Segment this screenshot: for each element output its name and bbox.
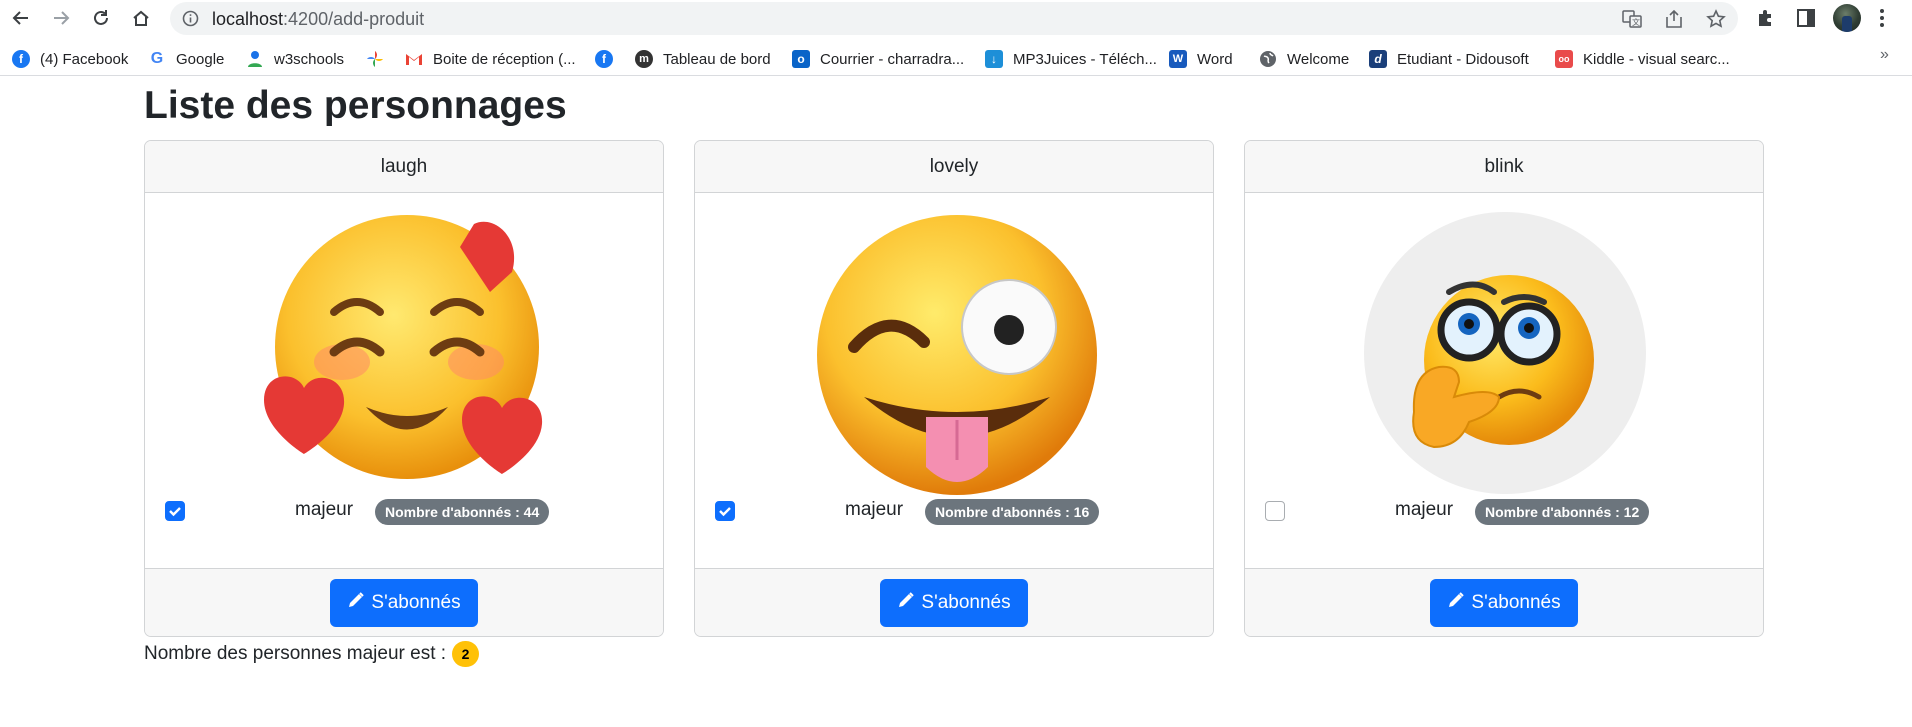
bookmark-label: Etudiant - Didousoft bbox=[1397, 50, 1529, 68]
bookmark-welcome[interactable]: Welcome bbox=[1259, 48, 1349, 70]
browser-toolbar: localhost:4200/add-produit 文 bbox=[0, 0, 1912, 37]
subscribe-button[interactable]: S'abonnés bbox=[1430, 579, 1578, 627]
bookmark-label: Boite de réception (... bbox=[433, 50, 576, 68]
extensions-icon[interactable] bbox=[1755, 7, 1777, 29]
url-path: :4200/add-produit bbox=[283, 9, 425, 29]
kiddle-icon: oo bbox=[1555, 50, 1573, 68]
subscribe-button[interactable]: S'abonnés bbox=[330, 579, 478, 627]
bookmarks-bar: f (4) Facebook G Google w3schools Boite … bbox=[0, 41, 1912, 76]
majeur-label: majeur bbox=[1395, 499, 1454, 520]
bookmark-word[interactable]: W Word bbox=[1169, 48, 1233, 70]
profile-avatar[interactable] bbox=[1833, 4, 1861, 32]
bookmark-label: Google bbox=[176, 50, 225, 68]
bookmark-kiddle[interactable]: oo Kiddle - visual searc... bbox=[1555, 48, 1730, 70]
subscribe-button[interactable]: S'abonnés bbox=[880, 579, 1028, 627]
card-footer: S'abonnés bbox=[145, 568, 663, 636]
majeur-checkbox[interactable] bbox=[1265, 501, 1285, 521]
card-header: laugh bbox=[145, 141, 663, 193]
bookmark-label: Welcome bbox=[1287, 50, 1350, 68]
facebook-icon: f bbox=[595, 50, 613, 68]
moodle-icon: m bbox=[635, 50, 653, 68]
subscribe-button-label: S'abonnés bbox=[1471, 592, 1561, 613]
bookmark-didousoft[interactable]: d Etudiant - Didousoft bbox=[1369, 48, 1529, 70]
bookmark-label: Word bbox=[1197, 50, 1233, 68]
globe-icon bbox=[1259, 50, 1277, 68]
didousoft-icon: d bbox=[1369, 50, 1387, 68]
bookmark-facebook[interactable]: f (4) Facebook bbox=[12, 48, 128, 70]
card-header: blink bbox=[1245, 141, 1763, 193]
pencil-icon bbox=[897, 591, 915, 615]
majeur-count-badge: 2 bbox=[452, 641, 480, 667]
subscribers-badge: Nombre d'abonnés : 44 bbox=[375, 499, 550, 525]
page-title: Liste des personnages bbox=[144, 84, 567, 127]
back-icon[interactable] bbox=[7, 4, 35, 32]
majeur-checkbox[interactable] bbox=[715, 501, 735, 521]
download-icon: ↓ bbox=[985, 50, 1003, 68]
google-icon: G bbox=[150, 50, 164, 67]
gmail-icon bbox=[405, 50, 423, 68]
url-text: localhost:4200/add-produit bbox=[212, 9, 424, 30]
card-footer: S'abonnés bbox=[1245, 568, 1763, 636]
person-icon bbox=[246, 50, 264, 68]
bookmark-pinwheel[interactable] bbox=[366, 48, 394, 70]
pencil-icon bbox=[1447, 591, 1465, 615]
card-header: lovely bbox=[695, 141, 1213, 193]
subscribe-button-label: S'abonnés bbox=[371, 592, 461, 613]
address-bar[interactable]: localhost:4200/add-produit 文 bbox=[170, 2, 1738, 35]
card-footer: S'abonnés bbox=[695, 568, 1213, 636]
bookmark-facebook-2[interactable]: f bbox=[595, 48, 623, 70]
bookmark-label: Courrier - charradra... bbox=[820, 50, 965, 68]
facebook-icon: f bbox=[12, 50, 30, 68]
outlook-icon: o bbox=[792, 50, 810, 68]
character-card: laugh majeur Nombre d'abonnés : 44 S'abo… bbox=[144, 140, 664, 637]
side-panel-icon[interactable] bbox=[1795, 7, 1817, 29]
bookmark-label: Kiddle - visual searc... bbox=[1583, 50, 1730, 68]
winking-face-with-tongue-image bbox=[814, 212, 1097, 495]
character-card: blink majeur Nombre d'abonnés : 12 S'abo… bbox=[1244, 140, 1764, 637]
bookmarks-overflow-icon[interactable]: » bbox=[1880, 46, 1889, 64]
majeur-checkbox[interactable] bbox=[165, 501, 185, 521]
bookmark-label: Tableau de bord bbox=[663, 50, 771, 68]
summary-label: Nombre des personnes majeur est : bbox=[144, 643, 447, 664]
bookmark-gmail[interactable]: Boite de réception (... bbox=[405, 48, 576, 70]
home-icon[interactable] bbox=[127, 4, 155, 32]
reload-icon[interactable] bbox=[87, 4, 115, 32]
subscribers-badge: Nombre d'abonnés : 12 bbox=[1475, 499, 1650, 525]
majeur-summary: Nombre des personnes majeur est : 2 bbox=[144, 641, 480, 667]
bookmark-courrier[interactable]: o Courrier - charradra... bbox=[792, 48, 964, 70]
bookmark-google[interactable]: G Google bbox=[148, 48, 225, 70]
character-card: lovely majeur Nombre d'abonnés : 16 S'ab bbox=[694, 140, 1214, 637]
subscribers-badge: Nombre d'abonnés : 16 bbox=[925, 499, 1100, 525]
svg-text:文: 文 bbox=[1632, 17, 1640, 27]
subscribe-button-label: S'abonnés bbox=[921, 592, 1011, 613]
bookmark-tableau-de-bord[interactable]: m Tableau de bord bbox=[635, 48, 771, 70]
menu-kebab-icon[interactable] bbox=[1880, 8, 1884, 28]
bookmark-mp3juices[interactable]: ↓ MP3Juices - Téléch... bbox=[985, 48, 1157, 70]
pencil-icon bbox=[347, 591, 365, 615]
bookmark-w3schools[interactable]: w3schools bbox=[246, 48, 344, 70]
bookmark-label: (4) Facebook bbox=[40, 50, 129, 68]
translate-icon[interactable]: 文 bbox=[1622, 9, 1642, 29]
thinking-face-with-glasses-image bbox=[1364, 212, 1647, 495]
majeur-label: majeur bbox=[295, 499, 354, 520]
smiling-face-with-hearts-image bbox=[264, 212, 547, 495]
pinwheel-icon bbox=[366, 50, 384, 68]
bookmark-label: MP3Juices - Téléch... bbox=[1013, 50, 1157, 68]
share-icon[interactable] bbox=[1664, 9, 1684, 29]
majeur-label: majeur bbox=[845, 499, 904, 520]
bookmark-label: w3schools bbox=[274, 50, 345, 68]
word-icon: W bbox=[1169, 50, 1187, 68]
forward-icon[interactable] bbox=[47, 4, 75, 32]
bookmark-star-icon[interactable] bbox=[1706, 9, 1726, 29]
site-info-icon[interactable] bbox=[182, 10, 199, 32]
url-host: localhost bbox=[212, 9, 284, 29]
